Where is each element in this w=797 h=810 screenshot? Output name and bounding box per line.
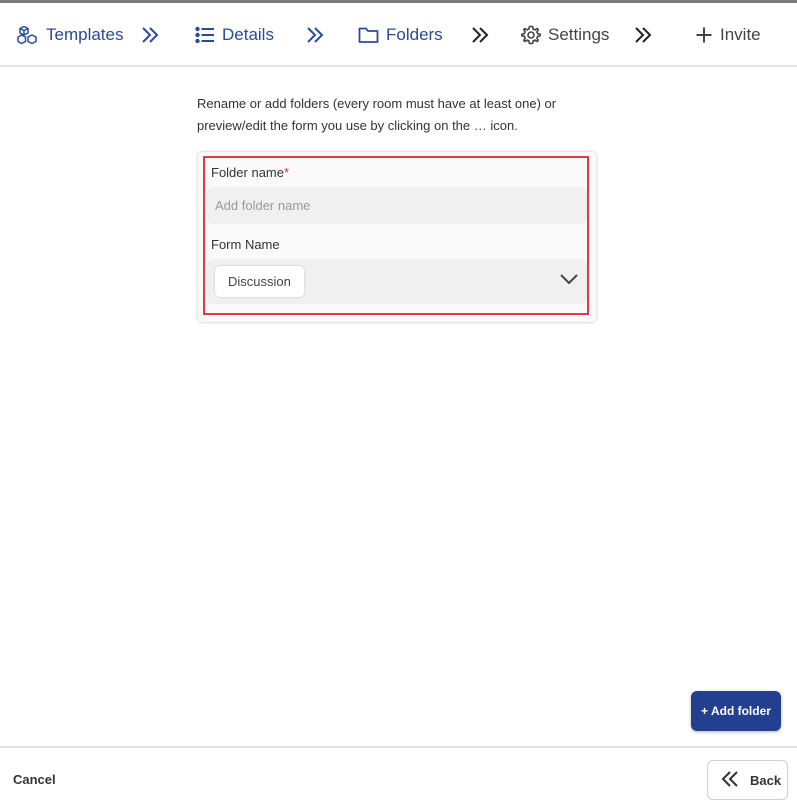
cubes-icon <box>17 25 39 45</box>
instructions-text: Rename or add folders (every room must h… <box>197 96 557 133</box>
step-templates[interactable]: Templates <box>17 3 123 67</box>
wizard-stepper: Templates Details Folders Settings Invit… <box>0 3 797 67</box>
folder-icon <box>358 26 379 44</box>
list-icon <box>195 26 215 44</box>
double-chevron-right-icon <box>470 3 490 67</box>
step-folders[interactable]: Folders <box>358 3 443 67</box>
step-details[interactable]: Details <box>195 3 274 67</box>
step-label: Folders <box>386 25 443 44</box>
step-label: Templates <box>46 25 124 44</box>
step-label: Invite <box>720 25 761 44</box>
add-folder-button[interactable]: + Add folder <box>691 691 781 731</box>
step-settings[interactable]: Settings <box>521 3 609 67</box>
step-invite[interactable]: Invite <box>695 3 761 67</box>
back-label: Back <box>750 772 782 788</box>
highlight-box <box>203 156 589 315</box>
plus-icon <box>695 26 713 44</box>
step-label: Details <box>222 25 274 44</box>
footer-bar <box>0 746 797 810</box>
double-chevron-right-icon <box>305 3 325 67</box>
step-label: Settings <box>548 25 610 44</box>
double-chevron-left-icon <box>720 770 740 791</box>
double-chevron-right-icon <box>633 3 653 67</box>
gear-icon <box>521 25 541 45</box>
cancel-button[interactable]: Cancel <box>13 772 56 787</box>
double-chevron-right-icon <box>140 3 160 67</box>
back-button[interactable]: Back <box>707 760 788 800</box>
